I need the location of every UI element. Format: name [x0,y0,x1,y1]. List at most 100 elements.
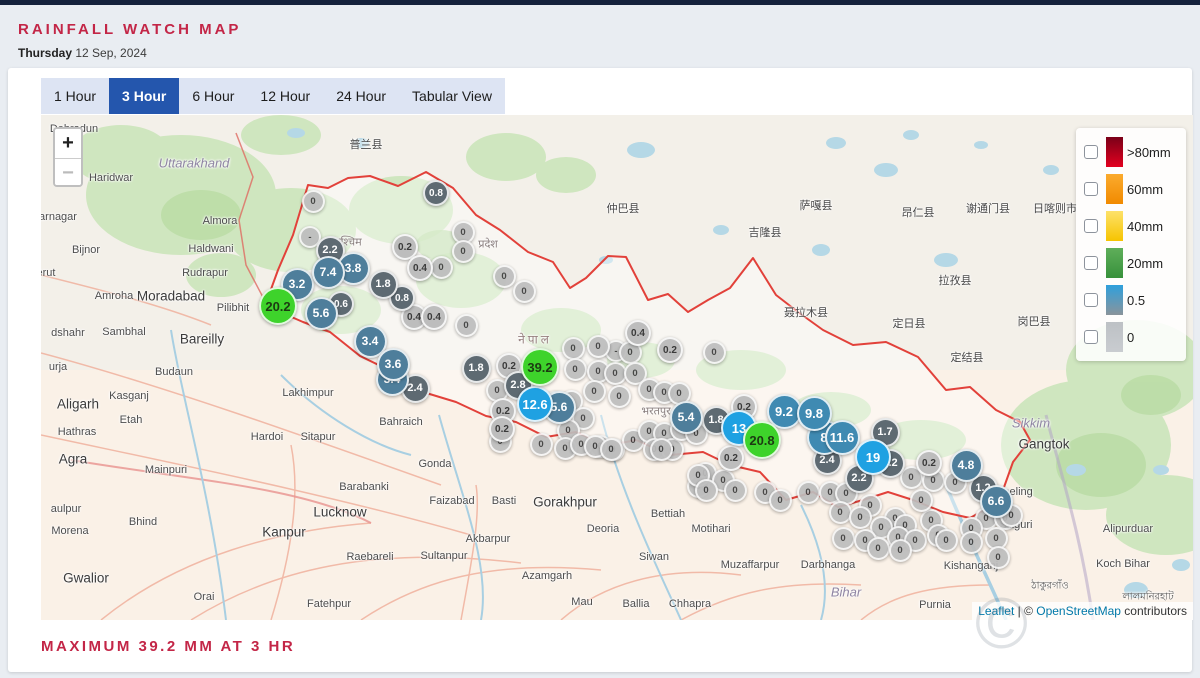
legend-label: 60mm [1127,182,1163,197]
map-label: Bihar [831,585,861,600]
rainfall-marker[interactable]: 0 [650,438,673,461]
map-zoom-control: + − [53,127,83,187]
rainfall-marker[interactable]: 0 [452,240,475,263]
top-accent-bar [0,0,1200,5]
rainfall-marker[interactable]: 0 [724,479,747,502]
map-label: Fatehpur [307,598,351,610]
tab-6-hour[interactable]: 6 Hour [179,78,247,114]
zoom-in-button[interactable]: + [55,129,81,158]
rainfall-marker[interactable]: 20.2 [259,287,297,325]
rainfall-marker[interactable]: 6.6 [980,485,1013,518]
rainfall-marker[interactable]: 0 [867,537,890,560]
legend-checkbox-05[interactable] [1084,293,1098,307]
rainfall-marker[interactable]: 0 [832,527,855,550]
rainfall-marker[interactable]: 3.6 [377,348,410,381]
rainfall-marker[interactable]: 1.8 [369,270,398,299]
rainfall-marker[interactable]: 0 [530,433,553,456]
rainfall-marker[interactable]: 1.8 [462,354,491,383]
map-label: Gorakhpur [533,495,597,510]
date-day: Thursday [18,46,72,60]
map-label: Siwan [639,551,669,563]
map-label: Basti [492,495,516,507]
map-label: Budaun [155,366,193,378]
rainfall-marker[interactable]: 5.6 [305,297,338,330]
rainfall-marker[interactable]: 11.6 [825,420,860,455]
page-title: RAINFALL WATCH MAP [18,21,241,38]
map-label: Deoria [587,523,619,535]
rainfall-marker[interactable]: 0 [889,539,912,562]
rainfall-marker[interactable]: 0 [987,546,1010,569]
rainfall-marker[interactable]: 0 [608,385,631,408]
rainfall-marker[interactable]: 0 [455,314,478,337]
rainfall-marker[interactable]: 0 [587,335,610,358]
map-label: Lakhimpur [282,387,333,399]
tab-3-hour[interactable]: 3 Hour [109,78,179,114]
map-label: Sitapur [301,431,336,443]
rainfall-marker[interactable]: 9.8 [797,396,832,431]
rainfall-marker[interactable]: 0 [797,481,820,504]
tab-1-hour[interactable]: 1 Hour [41,78,109,114]
map-label: Alipurduar [1103,523,1153,535]
rainfall-marker[interactable]: 4.8 [950,449,983,482]
rainfall-marker[interactable]: 0 [935,529,958,552]
map-label: urja [49,361,67,373]
map-label: Bettiah [651,508,685,520]
zoom-out-button[interactable]: − [55,158,81,187]
legend-checkbox-60mm[interactable] [1084,182,1098,196]
rainfall-marker[interactable]: 0 [960,531,983,554]
rainfall-marker[interactable]: 0.4 [625,320,651,346]
legend-row-80mm: >80mm [1084,137,1178,167]
map-label: 萨嘎县 [800,197,833,213]
date-line: Thursday 12 Sep, 2024 [18,46,147,60]
map-label: Faizabad [429,495,474,507]
rainfall-marker[interactable]: 0.4 [421,304,447,330]
rainfall-marker[interactable]: 0 [829,501,852,524]
legend-swatch [1106,137,1123,167]
map-label: प्रदेश [478,237,498,252]
rainfall-marker[interactable]: 39.2 [521,348,559,386]
rainfall-marker[interactable]: 5.4 [670,401,703,434]
rainfall-marker[interactable]: 0.2 [657,337,683,363]
rainfall-marker[interactable]: 12.6 [517,386,553,422]
rainfall-marker[interactable]: 0 [600,438,623,461]
rainfall-marker[interactable]: 19 [855,439,891,475]
rainfall-marker[interactable]: 0.8 [423,180,449,206]
map-label: नेपाल [518,331,552,348]
rainfall-marker[interactable]: 0 [910,489,933,512]
map-label: Ballia [623,598,650,610]
rainfall-marker[interactable]: 0 [564,358,587,381]
map-label: Gangtok [1018,437,1069,452]
rainfall-marker[interactable]: 0 [583,380,606,403]
rainfall-marker[interactable]: 0 [769,489,792,512]
rainfall-marker[interactable]: 0 [562,337,585,360]
legend-checkbox-80mm[interactable] [1084,145,1098,159]
rainfall-marker[interactable]: 0 [695,479,718,502]
legend-checkbox-20mm[interactable] [1084,256,1098,270]
rainfall-marker[interactable]: 0.4 [407,255,433,281]
map-label: Almora [203,215,238,227]
legend-checkbox-0[interactable] [1084,330,1098,344]
legend-swatch [1106,285,1123,315]
map-label: Etah [120,414,143,426]
rainfall-marker[interactable]: 0.2 [916,450,942,476]
rainfall-marker[interactable]: 0.2 [718,445,744,471]
rainfall-marker[interactable]: 0 [703,341,726,364]
attribution-separator: | © [1014,604,1036,618]
rainfall-marker[interactable]: 7.4 [312,256,345,289]
tab-12-hour[interactable]: 12 Hour [247,78,323,114]
openstreetmap-link[interactable]: OpenStreetMap [1036,604,1121,618]
rainfall-marker[interactable]: 0 [513,280,536,303]
rainfall-marker[interactable]: 0 [849,506,872,529]
legend-checkbox-40mm[interactable] [1084,219,1098,233]
map-label: Azamgarh [522,570,572,582]
rainfall-marker[interactable]: 0.2 [489,416,515,442]
rainfall-map[interactable]: DehradunHaridwarUttarakhandarnagarBijnor… [41,115,1193,620]
tab-24-hour[interactable]: 24 Hour [323,78,399,114]
rainfall-marker[interactable]: 0 [493,265,516,288]
rainfall-marker[interactable]: 0 [302,190,325,213]
tab-tabular-view[interactable]: Tabular View [399,78,505,114]
legend-swatch [1106,322,1123,352]
rainfall-marker[interactable]: 20.8 [743,421,781,459]
leaflet-link[interactable]: Leaflet [978,604,1014,618]
legend-label: 40mm [1127,219,1163,234]
